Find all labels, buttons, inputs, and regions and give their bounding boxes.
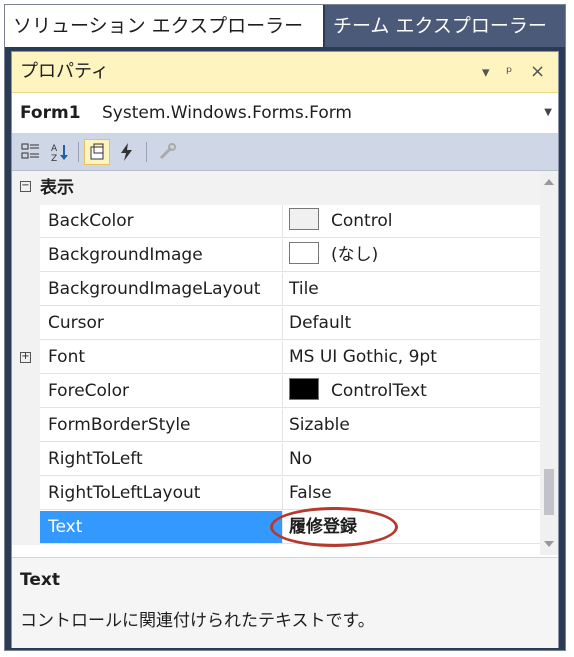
property-name[interactable]: Cursor bbox=[40, 307, 283, 340]
property-value-text: (なし) bbox=[331, 245, 379, 265]
property-row[interactable]: BackgroundImageLayout Tile bbox=[12, 273, 540, 307]
row-gutter bbox=[12, 239, 40, 273]
categorized-icon[interactable] bbox=[18, 139, 44, 165]
property-value[interactable]: Control bbox=[283, 205, 540, 238]
description-title: Text bbox=[20, 570, 60, 590]
property-value[interactable]: ControlText bbox=[283, 375, 540, 408]
property-row[interactable]: ForeColor ControlText bbox=[12, 375, 540, 409]
properties-icon[interactable] bbox=[84, 139, 110, 165]
property-name[interactable]: FormBorderStyle bbox=[40, 409, 283, 442]
object-selector[interactable]: Form1 System.Windows.Forms.Form ▼ bbox=[12, 93, 558, 134]
panel-titlebar: プロパティ ▾ ᵖ × bbox=[12, 52, 558, 93]
property-row[interactable]: FormBorderStyle Sizable bbox=[12, 409, 540, 443]
row-gutter bbox=[12, 273, 40, 307]
property-pages-icon[interactable] bbox=[154, 139, 180, 165]
properties-panel: プロパティ ▾ ᵖ × Form1 System.Windows.Forms.F… bbox=[11, 51, 559, 648]
scroll-up-icon[interactable] bbox=[544, 179, 554, 185]
property-value[interactable]: No bbox=[283, 443, 540, 476]
image-swatch bbox=[289, 242, 319, 264]
row-gutter: + bbox=[12, 341, 40, 375]
toolbar-separator bbox=[78, 142, 79, 162]
property-row[interactable]: RightToLeftLayout False bbox=[12, 477, 540, 511]
property-value[interactable]: False bbox=[283, 477, 540, 510]
svg-text:Z: Z bbox=[51, 154, 57, 162]
tab-solution-explorer[interactable]: ソリューション エクスプローラー bbox=[5, 5, 323, 47]
highlight-oval bbox=[270, 507, 398, 547]
tool-window-frame: ソリューション エクスプローラー チーム エクスプローラー プロパティ ▾ ᵖ … bbox=[4, 4, 566, 651]
events-icon[interactable] bbox=[114, 139, 140, 165]
row-gutter bbox=[12, 375, 40, 409]
object-name: Form1 bbox=[20, 103, 81, 123]
property-row[interactable]: RightToLeft No bbox=[12, 443, 540, 477]
property-value[interactable]: MS UI Gothic, 9pt bbox=[283, 341, 540, 374]
tab-team-explorer[interactable]: チーム エクスプローラー bbox=[325, 5, 565, 47]
property-value[interactable]: Sizable bbox=[283, 409, 540, 442]
scroll-down-icon[interactable] bbox=[544, 541, 554, 547]
tab-strip: ソリューション エクスプローラー チーム エクスプローラー bbox=[5, 5, 565, 47]
property-row[interactable]: BackColor Control bbox=[12, 205, 540, 239]
property-name[interactable]: BackgroundImageLayout bbox=[40, 273, 283, 306]
description-text: コントロールに関連付けられたテキストです。 bbox=[20, 611, 375, 631]
row-gutter bbox=[12, 477, 40, 511]
property-name[interactable]: RightToLeftLayout bbox=[40, 477, 283, 510]
scroll-thumb[interactable] bbox=[544, 469, 554, 515]
properties-toolbar: AZ bbox=[12, 134, 558, 171]
svg-text:A: A bbox=[51, 144, 58, 154]
property-name[interactable]: RightToLeft bbox=[40, 443, 283, 476]
chevron-down-icon[interactable]: ▼ bbox=[544, 93, 552, 133]
property-value-text: Control bbox=[331, 211, 393, 231]
alphabetical-icon[interactable]: AZ bbox=[48, 139, 74, 165]
dropdown-arrow-icon[interactable]: ▾ bbox=[482, 52, 490, 92]
property-row[interactable]: Cursor Default bbox=[12, 307, 540, 341]
property-name[interactable]: Font bbox=[40, 341, 283, 374]
property-value[interactable]: (なし) bbox=[283, 239, 540, 272]
close-icon[interactable]: × bbox=[530, 52, 545, 92]
row-gutter bbox=[12, 443, 40, 477]
color-swatch bbox=[289, 378, 319, 400]
collapse-icon[interactable]: − bbox=[20, 181, 31, 192]
property-row[interactable]: BackgroundImage (なし) bbox=[12, 239, 540, 273]
expand-icon[interactable]: + bbox=[20, 352, 31, 363]
property-name[interactable]: Text bbox=[40, 511, 283, 544]
property-row[interactable]: + Font MS UI Gothic, 9pt bbox=[12, 341, 540, 375]
row-gutter bbox=[12, 409, 40, 443]
panel-title: プロパティ bbox=[20, 61, 109, 82]
property-value-text: ControlText bbox=[331, 381, 427, 401]
property-value[interactable]: Default bbox=[283, 307, 540, 340]
property-name[interactable]: BackgroundImage bbox=[40, 239, 283, 272]
row-gutter bbox=[12, 511, 40, 545]
object-type: System.Windows.Forms.Form bbox=[102, 103, 352, 123]
property-grid: − 表示 BackColor Control BackgroundImage (… bbox=[12, 171, 540, 555]
category-header[interactable]: − 表示 bbox=[12, 171, 540, 205]
property-name[interactable]: BackColor bbox=[40, 205, 283, 238]
row-gutter bbox=[12, 307, 40, 341]
category-label: 表示 bbox=[40, 178, 74, 198]
vertical-scrollbar[interactable] bbox=[540, 171, 558, 555]
property-name[interactable]: ForeColor bbox=[40, 375, 283, 408]
property-row-selected[interactable]: Text 履修登録 bbox=[12, 507, 540, 547]
row-gutter bbox=[12, 205, 40, 239]
description-pane: Text コントロールに関連付けられたテキストです。 bbox=[12, 557, 558, 648]
color-swatch bbox=[289, 208, 319, 230]
pin-icon[interactable]: ᵖ bbox=[506, 52, 512, 92]
property-value[interactable]: Tile bbox=[283, 273, 540, 306]
toolbar-separator bbox=[146, 142, 147, 162]
